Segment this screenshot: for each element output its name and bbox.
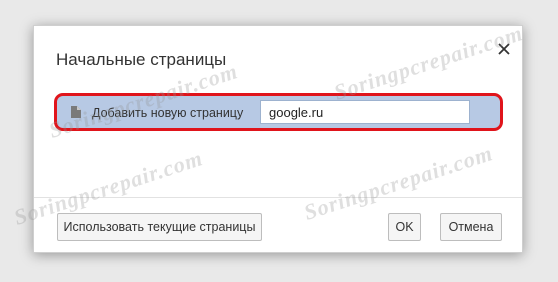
new-page-url-input[interactable] (260, 100, 470, 124)
use-current-pages-button[interactable]: Использовать текущие страницы (57, 213, 262, 241)
start-pages-dialog: Начальные страницы Добавить новую страни… (33, 25, 523, 253)
dialog-title: Начальные страницы (56, 50, 227, 69)
new-page-row: Добавить новую страницу (54, 93, 503, 131)
cancel-button[interactable]: Отмена (440, 213, 502, 241)
close-icon[interactable] (495, 40, 513, 58)
add-new-page-label: Добавить новую страницу (92, 106, 244, 120)
page-icon (70, 105, 82, 119)
ok-button[interactable]: OK (388, 213, 421, 241)
footer-divider (34, 197, 522, 198)
